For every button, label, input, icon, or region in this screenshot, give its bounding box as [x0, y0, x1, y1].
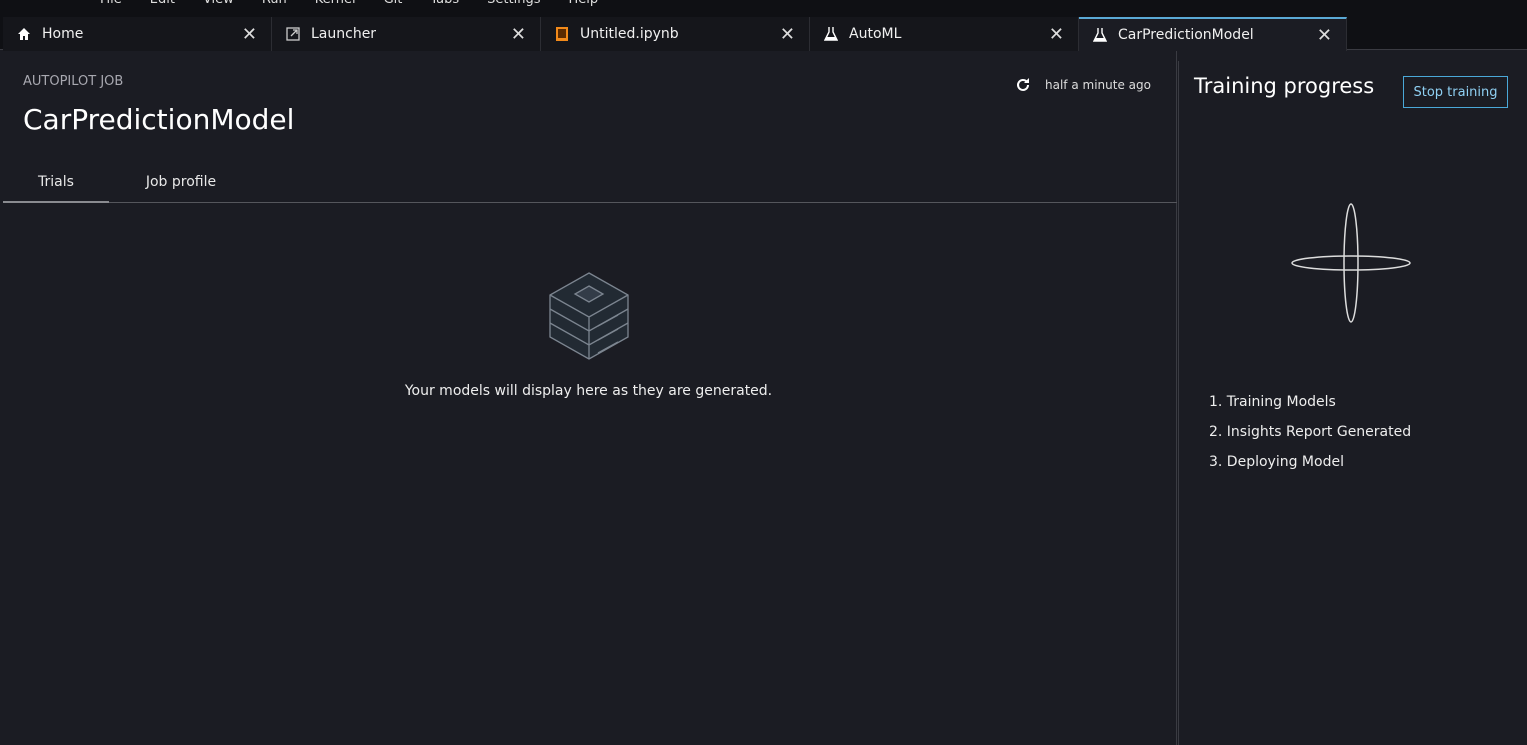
tab-automl[interactable]: AutoML ✕: [810, 17, 1079, 51]
empty-message: Your models will display here as they ar…: [404, 383, 773, 399]
menu-file[interactable]: File: [100, 0, 122, 10]
menu-run[interactable]: Run: [262, 0, 287, 10]
menu-bar: File Edit View Run Kernel Git Tabs Setti…: [0, 0, 1527, 10]
refresh-icon[interactable]: [1015, 77, 1031, 93]
home-icon: [17, 27, 33, 41]
close-icon[interactable]: ✕: [1049, 24, 1064, 45]
menu-edit[interactable]: Edit: [150, 0, 175, 10]
step-deploying-model: 3. Deploying Model: [1209, 454, 1344, 470]
launch-icon: [286, 27, 302, 41]
tab-label: CarPredictionModel: [1118, 27, 1254, 43]
training-progress-title: Training progress: [1194, 74, 1375, 98]
tab-bar: Home ✕ Launcher ✕ Untitled.ipynb ✕ AutoM…: [0, 10, 1527, 51]
stop-training-button[interactable]: Stop training: [1403, 76, 1508, 108]
model-stack-icon: [548, 272, 629, 360]
tab-untitled-ipynb[interactable]: Untitled.ipynb ✕: [541, 17, 810, 51]
job-type-label: AUTOPILOT JOB: [23, 74, 124, 89]
menu-tabs[interactable]: Tabs: [430, 0, 459, 10]
loading-spinner-icon: [1291, 203, 1411, 323]
close-icon[interactable]: ✕: [780, 24, 795, 45]
tab-label: Home: [42, 26, 84, 42]
notebook-icon: [555, 26, 571, 42]
tab-label: AutoML: [849, 26, 902, 42]
menu-view[interactable]: View: [203, 0, 234, 10]
page-title: CarPredictionModel: [23, 103, 295, 136]
tab-label: Untitled.ipynb: [580, 26, 679, 42]
flask-icon: [1093, 27, 1109, 43]
menu-kernel[interactable]: Kernel: [315, 0, 356, 10]
tab-job-profile[interactable]: Job profile: [123, 163, 239, 203]
tab-carpredictionmodel[interactable]: CarPredictionModel ✕: [1079, 17, 1347, 51]
refresh-status: half a minute ago: [1015, 77, 1151, 93]
flask-icon: [824, 26, 840, 42]
job-main-panel: AUTOPILOT JOB CarPredictionModel half a …: [0, 51, 1177, 745]
close-icon[interactable]: ✕: [511, 24, 526, 45]
tab-trials[interactable]: Trials: [3, 163, 109, 203]
menu-settings[interactable]: Settings: [487, 0, 540, 10]
training-steps: 1. Training Models 2. Insights Report Ge…: [1209, 394, 1411, 484]
tab-launcher[interactable]: Launcher ✕: [272, 17, 541, 51]
close-icon[interactable]: ✕: [242, 24, 257, 45]
step-insights-report: 2. Insights Report Generated: [1209, 424, 1412, 440]
empty-state: Your models will display here as they ar…: [0, 271, 1177, 399]
tab-label: Launcher: [311, 26, 377, 42]
menu-git[interactable]: Git: [384, 0, 403, 10]
training-progress-panel: Training progress Stop training 1. Train…: [1178, 61, 1527, 745]
menu-help[interactable]: Help: [569, 0, 599, 10]
close-icon[interactable]: ✕: [1317, 25, 1332, 46]
last-updated: half a minute ago: [1045, 78, 1151, 92]
step-training-models: 1. Training Models: [1209, 394, 1336, 410]
tab-home[interactable]: Home ✕: [3, 17, 272, 51]
job-tabs: Trials Job profile: [3, 163, 1177, 203]
